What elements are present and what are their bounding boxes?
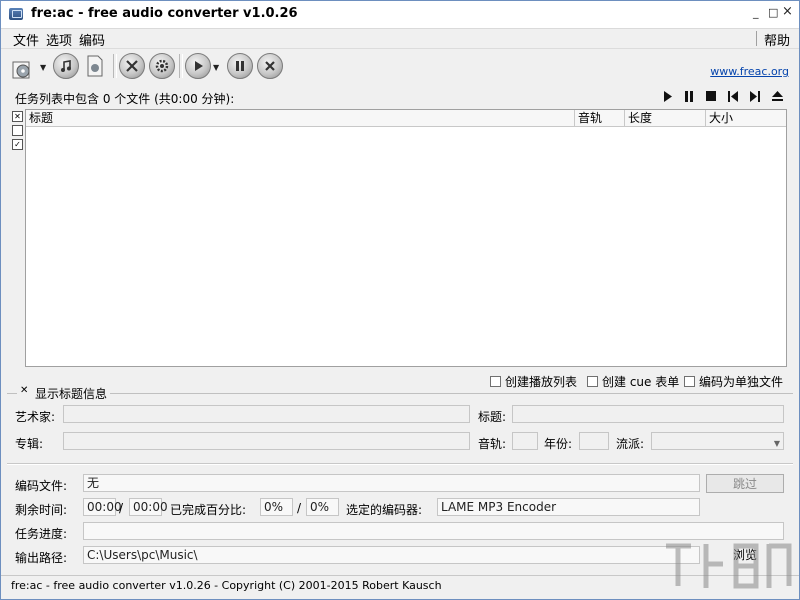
column-track[interactable]: 音轨: [575, 110, 625, 126]
skip-button[interactable]: 跳过: [706, 474, 784, 493]
window-title: fre:ac - free audio converter v1.0.26: [31, 6, 298, 21]
show-title-info-label: 显示标题信息: [35, 385, 107, 402]
add-cd-icon[interactable]: [53, 53, 79, 79]
player-stop-icon[interactable]: [700, 87, 722, 105]
time-total-field: 00:00: [129, 498, 162, 516]
genre-select[interactable]: ▼: [651, 432, 784, 450]
create-playlist-label: 创建播放列表: [505, 373, 577, 390]
settings-icon[interactable]: [149, 53, 175, 79]
create-playlist-checkbox[interactable]: [490, 376, 501, 387]
artist-field[interactable]: [63, 405, 470, 423]
toolbar: ▼ ▼: [1, 49, 799, 83]
watermark-logo: [661, 536, 796, 596]
year-label: 年份:: [544, 435, 572, 452]
time-left-label: 剩余时间:: [15, 501, 67, 518]
minimize-button[interactable]: _: [753, 6, 759, 19]
year-field[interactable]: [579, 432, 609, 450]
website-link[interactable]: www.freac.org: [710, 65, 789, 78]
pause-icon[interactable]: [227, 53, 253, 79]
chevron-down-icon[interactable]: ▼: [774, 436, 780, 452]
time-separator: /: [119, 501, 123, 515]
percent-label: 已完成百分比:: [170, 501, 246, 518]
title-bar[interactable]: fre:ac - free audio converter v1.0.26 _ …: [1, 1, 799, 29]
single-file-option[interactable]: 编码为单独文件: [684, 373, 783, 390]
player-controls: [656, 87, 788, 105]
artist-label: 艺术家:: [15, 408, 55, 425]
create-cue-option[interactable]: 创建 cue 表单: [587, 373, 679, 390]
menu-separator: [756, 31, 757, 46]
close-button[interactable]: ×: [782, 4, 793, 19]
single-file-label: 编码为单独文件: [699, 373, 783, 390]
player-previous-icon[interactable]: [722, 87, 744, 105]
encoder-label: 选定的编码器:: [346, 501, 422, 518]
progress-label: 任务进度:: [15, 525, 67, 542]
menu-bar: 文件 选项 编码 帮助: [1, 29, 799, 49]
genre-label: 流派:: [616, 435, 644, 452]
create-cue-checkbox[interactable]: [587, 376, 598, 387]
column-size[interactable]: 大小: [706, 110, 786, 126]
menu-help[interactable]: 帮助: [762, 30, 792, 49]
track-label: 音轨:: [478, 435, 506, 452]
player-play-icon[interactable]: [656, 87, 678, 105]
percent-separator: /: [297, 501, 301, 515]
toggle-selection-checkbox[interactable]: ✓: [12, 139, 23, 150]
toolbar-separator: [179, 54, 183, 78]
encoder-field: LAME MP3 Encoder: [437, 498, 700, 516]
menu-file[interactable]: 文件: [11, 30, 41, 49]
joblist-summary: 任务列表中包含 0 个文件 (共0:00 分钟):: [15, 90, 234, 107]
track-field[interactable]: [512, 432, 538, 450]
output-path-field[interactable]: C:\Users\pc\Music\: [83, 546, 700, 564]
title-label: 标题:: [478, 408, 506, 425]
app-window: fre:ac - free audio converter v1.0.26 _ …: [0, 0, 800, 600]
joblist-header: 标题 音轨 长度 大小: [26, 110, 786, 127]
encoding-file-field: 无: [83, 474, 700, 492]
player-next-icon[interactable]: [744, 87, 766, 105]
show-title-info-checkbox[interactable]: [20, 388, 31, 399]
album-field[interactable]: [63, 432, 470, 450]
column-title[interactable]: 标题: [26, 110, 575, 126]
tools-icon[interactable]: [119, 53, 145, 79]
app-icon: [9, 8, 23, 20]
create-cue-label: 创建 cue 表单: [602, 373, 679, 390]
output-path-label: 输出路径:: [15, 549, 67, 566]
percent-total-field: 0%: [306, 498, 339, 516]
playlist-doc-icon[interactable]: [85, 54, 105, 78]
title-field[interactable]: [512, 405, 784, 423]
percent-field: 0%: [260, 498, 293, 516]
album-label: 专辑:: [15, 435, 43, 452]
play-dropdown[interactable]: ▼: [213, 63, 219, 72]
joblist-table[interactable]: 标题 音轨 长度 大小: [25, 109, 787, 367]
maximize-button[interactable]: □: [768, 6, 778, 19]
stop-icon[interactable]: [257, 53, 283, 79]
toolbar-separator: [113, 54, 117, 78]
encoding-file-label: 编码文件:: [15, 477, 67, 494]
player-pause-icon[interactable]: [678, 87, 700, 105]
single-file-checkbox[interactable]: [684, 376, 695, 387]
column-length[interactable]: 长度: [625, 110, 706, 126]
add-files-dropdown[interactable]: ▼: [40, 63, 46, 72]
select-all-checkbox[interactable]: ✕: [12, 111, 23, 122]
select-none-checkbox[interactable]: [12, 125, 23, 136]
menu-options[interactable]: 选项: [44, 30, 74, 49]
show-title-info-option[interactable]: 显示标题信息: [17, 385, 110, 402]
add-files-icon[interactable]: [11, 54, 31, 78]
menu-encode[interactable]: 编码: [77, 30, 107, 49]
create-playlist-option[interactable]: 创建播放列表: [490, 373, 577, 390]
divider: [7, 463, 793, 465]
time-left-field: 00:00: [83, 498, 116, 516]
play-icon[interactable]: [185, 53, 211, 79]
player-eject-icon[interactable]: [766, 87, 788, 105]
